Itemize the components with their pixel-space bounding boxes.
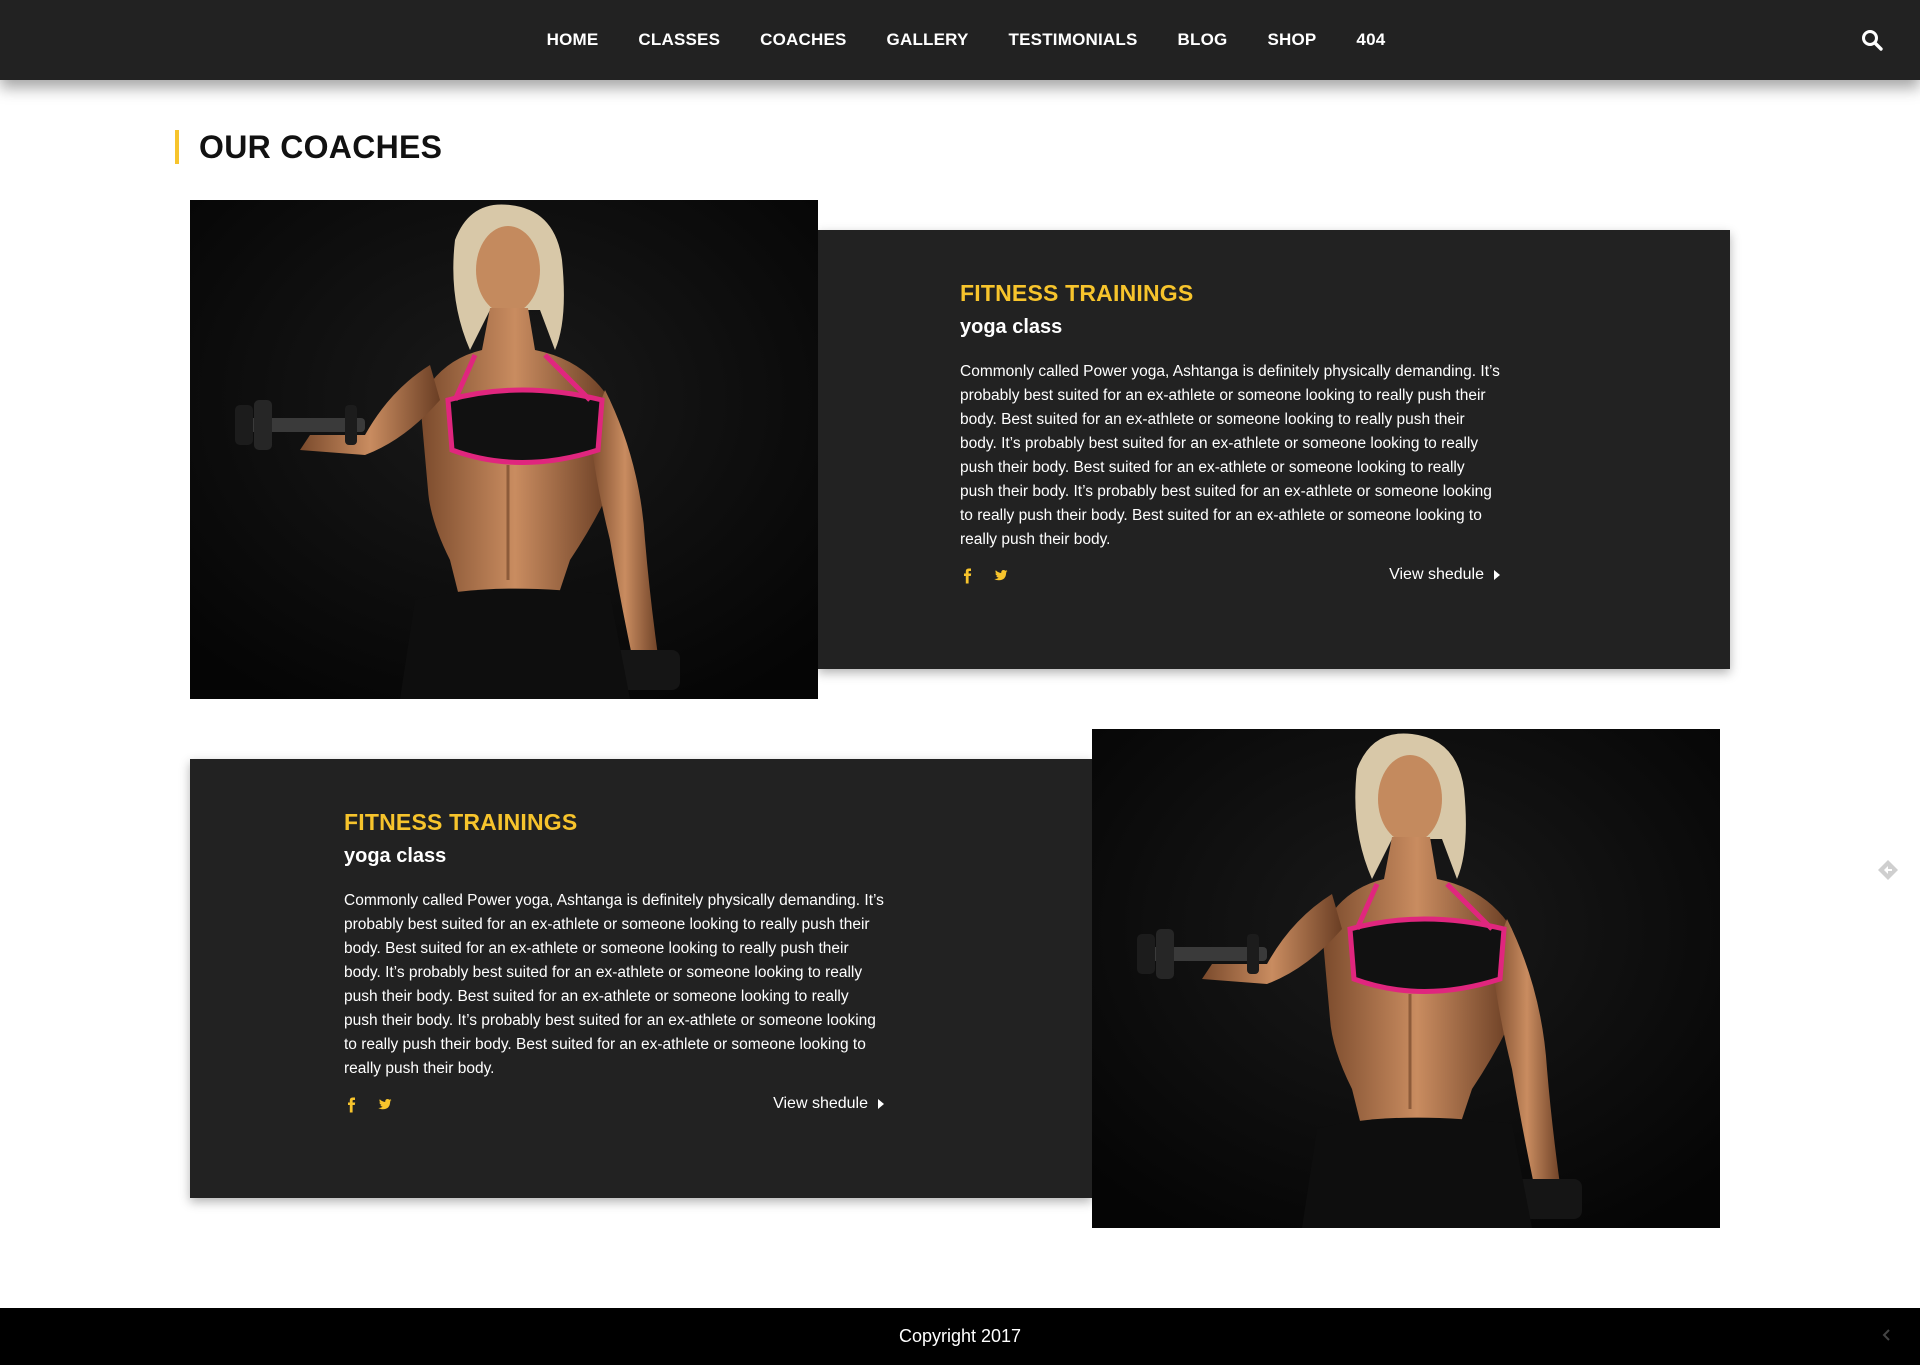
twitter-icon[interactable] bbox=[376, 1097, 392, 1113]
coach-card-content: FITNESS TRAININGS yoga class Commonly ca… bbox=[960, 278, 1500, 588]
coach-card-footer: View shedule bbox=[960, 566, 1500, 588]
coach-card: FITNESS TRAININGS yoga class Commonly ca… bbox=[190, 759, 1092, 1198]
caret-right-icon bbox=[1494, 570, 1500, 580]
social-links bbox=[344, 1097, 392, 1113]
view-schedule-label: View shedule bbox=[1389, 566, 1484, 583]
facebook-icon[interactable] bbox=[960, 568, 976, 584]
coach-card-title: FITNESS TRAININGS bbox=[960, 280, 1194, 306]
nav-item-coaches[interactable]: COACHES bbox=[760, 30, 846, 50]
nav-item-404[interactable]: 404 bbox=[1356, 30, 1385, 50]
top-navbar: HOME CLASSES COACHES GALLERY TESTIMONIAL… bbox=[0, 0, 1920, 80]
nav-item-blog[interactable]: BLOG bbox=[1178, 30, 1228, 50]
coach-card-title: FITNESS TRAININGS bbox=[344, 809, 578, 835]
main-nav: HOME CLASSES COACHES GALLERY TESTIMONIAL… bbox=[0, 0, 1920, 80]
coach-photo bbox=[1092, 729, 1720, 1228]
coach-card: FITNESS TRAININGS yoga class Commonly ca… bbox=[818, 230, 1730, 669]
view-schedule-label: View shedule bbox=[773, 1095, 868, 1112]
nav-item-classes[interactable]: CLASSES bbox=[638, 30, 720, 50]
nav-item-shop[interactable]: SHOP bbox=[1267, 30, 1316, 50]
view-schedule-link[interactable]: View shedule bbox=[1389, 566, 1500, 584]
view-schedule-link[interactable]: View shedule bbox=[773, 1095, 884, 1113]
coach-card-subtitle: yoga class bbox=[344, 845, 447, 867]
coach-card-content: FITNESS TRAININGS yoga class Commonly ca… bbox=[344, 807, 884, 1117]
section-title: OUR COACHES bbox=[175, 130, 442, 164]
nav-item-home[interactable]: HOME bbox=[547, 30, 599, 50]
tag-icon[interactable] bbox=[1876, 858, 1900, 882]
coach-card-subtitle: yoga class bbox=[960, 316, 1063, 338]
coach-card-footer: View shedule bbox=[344, 1095, 884, 1117]
page-footer: Copyright 2017 bbox=[0, 1308, 1920, 1365]
copyright-text: Copyright 2017 bbox=[898, 1326, 1022, 1346]
nav-item-gallery[interactable]: GALLERY bbox=[887, 30, 969, 50]
nav-item-testimonials[interactable]: TESTIMONIALS bbox=[1009, 30, 1138, 50]
caret-right-icon bbox=[878, 1099, 884, 1109]
coach-photo bbox=[190, 200, 818, 699]
coach-card-description: Commonly called Power yoga, Ashtanga is … bbox=[344, 892, 884, 1077]
arrow-left-icon[interactable] bbox=[1880, 1328, 1894, 1342]
search-icon[interactable] bbox=[1860, 28, 1884, 52]
coach-card-description: Commonly called Power yoga, Ashtanga is … bbox=[960, 363, 1500, 548]
social-links bbox=[960, 568, 1008, 584]
facebook-icon[interactable] bbox=[344, 1097, 360, 1113]
twitter-icon[interactable] bbox=[992, 568, 1008, 584]
